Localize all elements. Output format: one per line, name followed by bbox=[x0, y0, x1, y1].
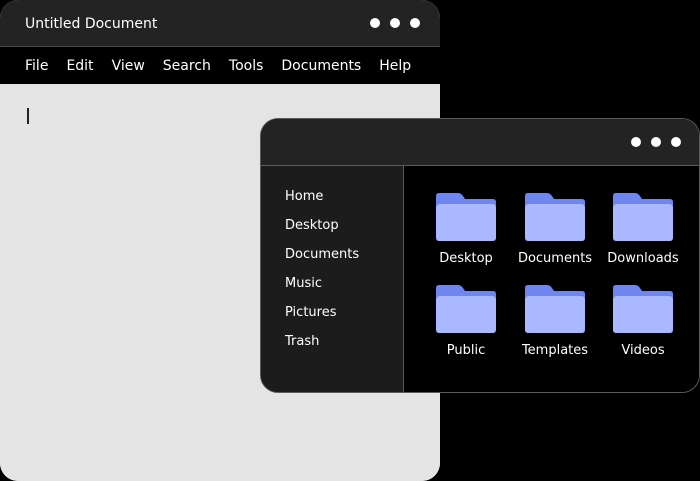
folder-icon bbox=[613, 193, 673, 241]
folder-icon bbox=[436, 193, 496, 241]
folder-label: Desktop bbox=[439, 251, 493, 266]
sidebar-item-documents[interactable]: Documents bbox=[285, 247, 359, 263]
file-manager-sidebar: Home Desktop Documents Music Pictures Tr… bbox=[261, 166, 404, 392]
folder-templates[interactable]: Templates bbox=[515, 285, 595, 365]
sidebar-item-desktop[interactable]: Desktop bbox=[285, 218, 339, 234]
folder-grid: Desktop Documents Downloads Public Templ… bbox=[404, 166, 699, 392]
sidebar-item-pictures[interactable]: Pictures bbox=[285, 305, 336, 321]
menu-file[interactable]: File bbox=[25, 57, 48, 75]
sidebar-item-trash[interactable]: Trash bbox=[285, 334, 319, 350]
folder-label: Documents bbox=[517, 251, 593, 266]
editor-window-controls bbox=[370, 18, 420, 28]
file-manager-window-controls bbox=[631, 137, 681, 147]
folder-desktop[interactable]: Desktop bbox=[426, 193, 506, 273]
window-control-dot-icon[interactable] bbox=[631, 137, 641, 147]
folder-label: Public bbox=[446, 343, 486, 358]
menu-documents[interactable]: Documents bbox=[281, 57, 361, 75]
folder-label: Templates bbox=[521, 343, 589, 358]
menu-tools[interactable]: Tools bbox=[229, 57, 264, 75]
window-control-dot-icon[interactable] bbox=[390, 18, 400, 28]
folder-icon bbox=[436, 285, 496, 333]
menu-view[interactable]: View bbox=[112, 57, 145, 75]
folder-icon bbox=[525, 193, 585, 241]
menu-search[interactable]: Search bbox=[163, 57, 211, 75]
window-control-dot-icon[interactable] bbox=[410, 18, 420, 28]
text-caret bbox=[27, 108, 29, 124]
file-manager-window: Home Desktop Documents Music Pictures Tr… bbox=[260, 118, 700, 393]
folder-icon bbox=[613, 285, 673, 333]
folder-videos[interactable]: Videos bbox=[603, 285, 683, 365]
folder-documents[interactable]: Documents bbox=[515, 193, 595, 273]
editor-menubar: File Edit View Search Tools Documents He… bbox=[0, 47, 440, 84]
window-control-dot-icon[interactable] bbox=[671, 137, 681, 147]
sidebar-item-music[interactable]: Music bbox=[285, 276, 322, 292]
editor-titlebar[interactable]: Untitled Document bbox=[0, 0, 440, 47]
folder-downloads[interactable]: Downloads bbox=[603, 193, 683, 273]
editor-window-title: Untitled Document bbox=[25, 16, 158, 32]
folder-label: Videos bbox=[621, 343, 665, 358]
folder-icon bbox=[525, 285, 585, 333]
menu-edit[interactable]: Edit bbox=[66, 57, 93, 75]
window-control-dot-icon[interactable] bbox=[370, 18, 380, 28]
menu-help[interactable]: Help bbox=[379, 57, 411, 75]
folder-public[interactable]: Public bbox=[426, 285, 506, 365]
folder-label: Downloads bbox=[607, 251, 679, 266]
file-manager-titlebar[interactable] bbox=[261, 119, 699, 166]
sidebar-item-home[interactable]: Home bbox=[285, 189, 323, 205]
window-control-dot-icon[interactable] bbox=[651, 137, 661, 147]
